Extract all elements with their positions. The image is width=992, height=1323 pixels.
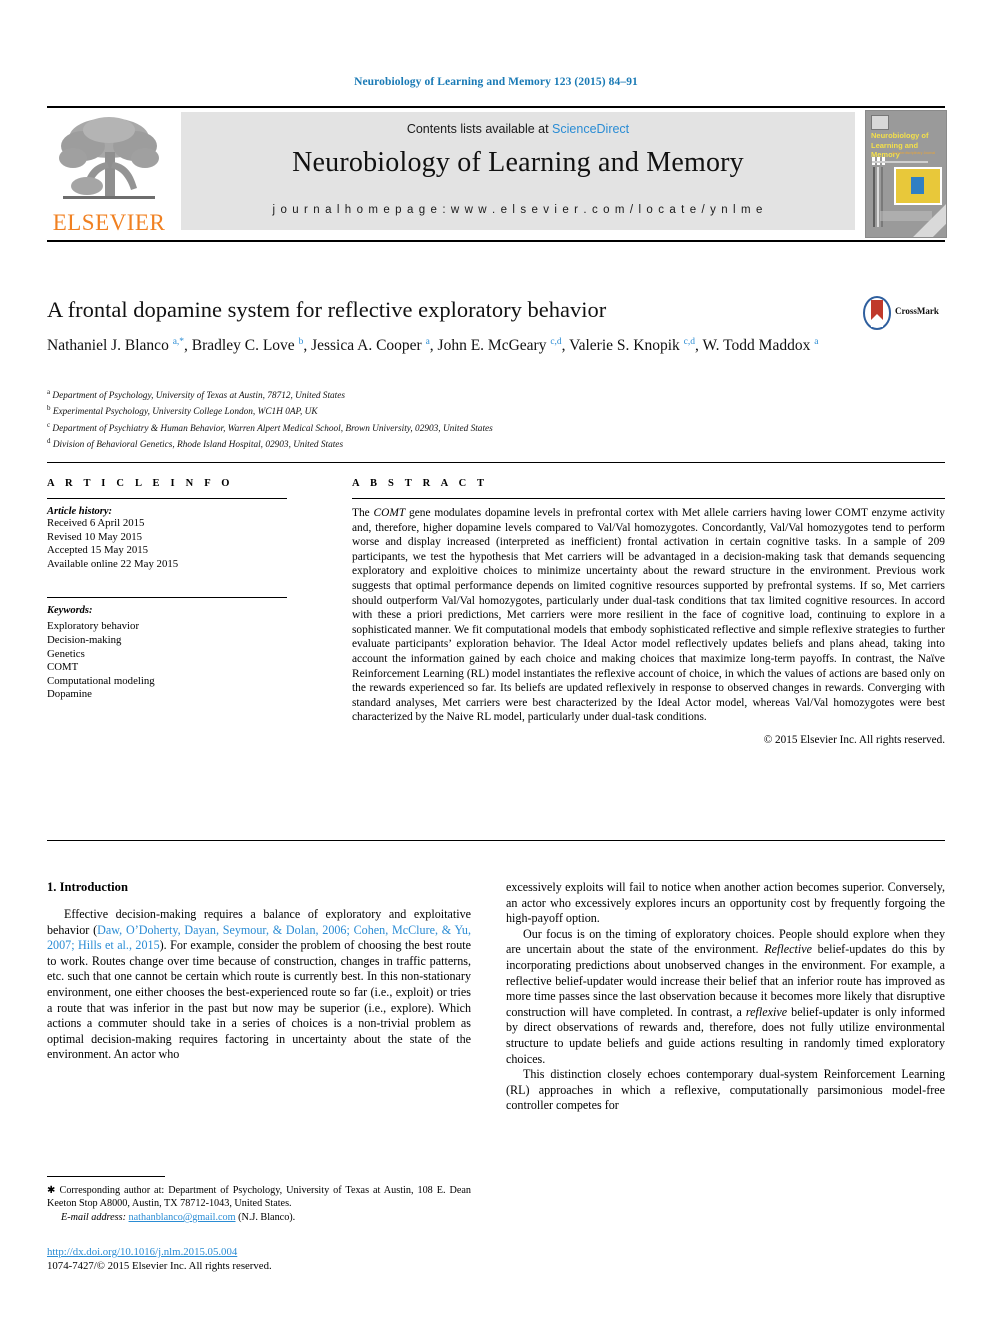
- body-column-right: excessively exploits will fail to notice…: [506, 880, 945, 1114]
- history-item: Available online 22 May 2015: [47, 557, 179, 570]
- history-item: Revised 10 May 2015: [47, 530, 143, 543]
- keywords-label: Keywords:: [47, 605, 93, 617]
- running-head: Neurobiology of Learning and Memory 123 …: [354, 76, 638, 88]
- body-column-left: 1. Introduction Effective decision-makin…: [47, 880, 471, 1063]
- info-divider-1: [47, 498, 287, 499]
- abstract-bottom-rule: [47, 840, 945, 841]
- keyword-item: Computational modeling: [47, 674, 155, 687]
- paper-page: Neurobiology of Learning and Memory 123 …: [0, 0, 992, 1323]
- keyword-item: COMT: [47, 661, 79, 674]
- masthead-bottom-rule: [47, 240, 945, 242]
- keywords-list: Exploratory behavior Decision-making Gen…: [47, 620, 287, 702]
- cover-title: Neurobiology of Learning and Memory: [871, 131, 941, 160]
- paragraph: This distinction closely echoes contempo…: [506, 1067, 945, 1113]
- abstract-text: The COMT gene modulates dopamine levels …: [352, 507, 945, 724]
- article-history-label: Article history:: [47, 506, 113, 517]
- keyword-item: Genetics: [47, 647, 85, 660]
- info-divider-2: [47, 597, 287, 599]
- affiliation-list: a Department of Psychology, University o…: [47, 386, 937, 452]
- author-list: Nathaniel J. Blanco a,*, Bradley C. Love…: [47, 337, 819, 355]
- issn-copyright-line: 1074-7427/© 2015 Elsevier Inc. All right…: [47, 1260, 272, 1272]
- history-item: Received 6 April 2015: [47, 517, 145, 529]
- email-owner: (N.J. Blanco).: [238, 1212, 296, 1223]
- journal-cover-thumbnail: Neurobiology of Learning and Memory An I…: [865, 110, 947, 238]
- cover-title-line1: Neurobiology of: [871, 131, 929, 140]
- cover-artwork: [894, 167, 942, 205]
- footer-doi-block: http://dx.doi.org/10.1016/j.nlm.2015.05.…: [47, 1245, 471, 1273]
- keyword-item: Exploratory behavior: [47, 620, 140, 633]
- affiliation-item: a Department of Psychology, University o…: [47, 388, 345, 402]
- sciencedirect-link[interactable]: ScienceDirect: [552, 122, 629, 136]
- article-info-column: A R T I C L E I N F O Article history: R…: [47, 478, 287, 702]
- paragraph: excessively exploits will fail to notice…: [506, 880, 945, 926]
- abstract-column: A B S T R A C T The COMT gene modulates …: [352, 478, 945, 746]
- crossmark-icon: [863, 296, 891, 330]
- cover-elsevier-icon: [871, 115, 889, 130]
- email-label: E-mail address:: [61, 1212, 126, 1223]
- doi-link[interactable]: http://dx.doi.org/10.1016/j.nlm.2015.05.…: [47, 1246, 237, 1258]
- contents-prefix: Contents lists available at: [406, 122, 553, 136]
- contents-available-line: Contents lists available at ScienceDirec…: [181, 122, 855, 136]
- section-heading-introduction: 1. Introduction: [47, 880, 128, 894]
- journal-masthead: ELSEVIER Contents lists available at Sci…: [47, 110, 947, 238]
- corresponding-author-footnote: ✱ Corresponding author at: Department of…: [47, 1184, 471, 1224]
- page-title: A frontal dopamine system for reflective…: [47, 297, 607, 322]
- cover-footer-text: [880, 211, 932, 221]
- affiliation-item: d Division of Behavioral Genetics, Rhode…: [47, 437, 344, 451]
- elsevier-wordmark: ELSEVIER: [52, 210, 166, 235]
- affiliation-item: c Department of Psychiatry & Human Behav…: [47, 420, 493, 434]
- elsevier-tree-icon: [59, 117, 159, 199]
- corresponding-author-text: ✱ Corresponding author at: Department of…: [47, 1185, 471, 1209]
- journal-homepage[interactable]: j o u r n a l h o m e p a g e : w w w . …: [181, 204, 855, 216]
- article-history-list: Received 6 April 2015 Revised 10 May 201…: [47, 517, 287, 571]
- history-item: Accepted 15 May 2015: [47, 544, 149, 557]
- affiliation-item: b Experimental Psychology, University Co…: [47, 404, 318, 418]
- abstract-divider: [352, 498, 945, 499]
- elsevier-logo: ELSEVIER: [47, 112, 171, 238]
- keyword-item: Dopamine: [47, 688, 92, 701]
- masthead-top-rule: [47, 106, 945, 108]
- crossmark-badge[interactable]: CrossMark: [862, 296, 946, 332]
- journal-title: Neurobiology of Learning and Memory: [292, 147, 744, 178]
- email-link[interactable]: nathanblanco@gmail.com: [129, 1212, 236, 1223]
- abstract-copyright: © 2015 Elsevier Inc. All rights reserved…: [763, 733, 945, 746]
- article-info-heading: A R T I C L E I N F O: [47, 478, 234, 489]
- email-line: E-mail address: nathanblanco@gmail.com (…: [47, 1211, 471, 1224]
- abstract-heading: A B S T R A C T: [352, 478, 489, 489]
- paragraph: Our focus is on the timing of explorator…: [506, 926, 946, 1066]
- crossmark-label: CrossMark: [895, 306, 939, 316]
- paragraph: Effective decision-making requires a bal…: [47, 907, 472, 1062]
- cover-artwork-inner: [911, 177, 924, 194]
- info-top-rule: [47, 462, 945, 463]
- keyword-item: Decision-making: [47, 633, 122, 646]
- journal-band: Contents lists available at ScienceDirec…: [181, 112, 855, 230]
- cover-subtitle: An Interdisciplinary Journal: [892, 151, 936, 155]
- footnote-rule: [47, 1176, 165, 1177]
